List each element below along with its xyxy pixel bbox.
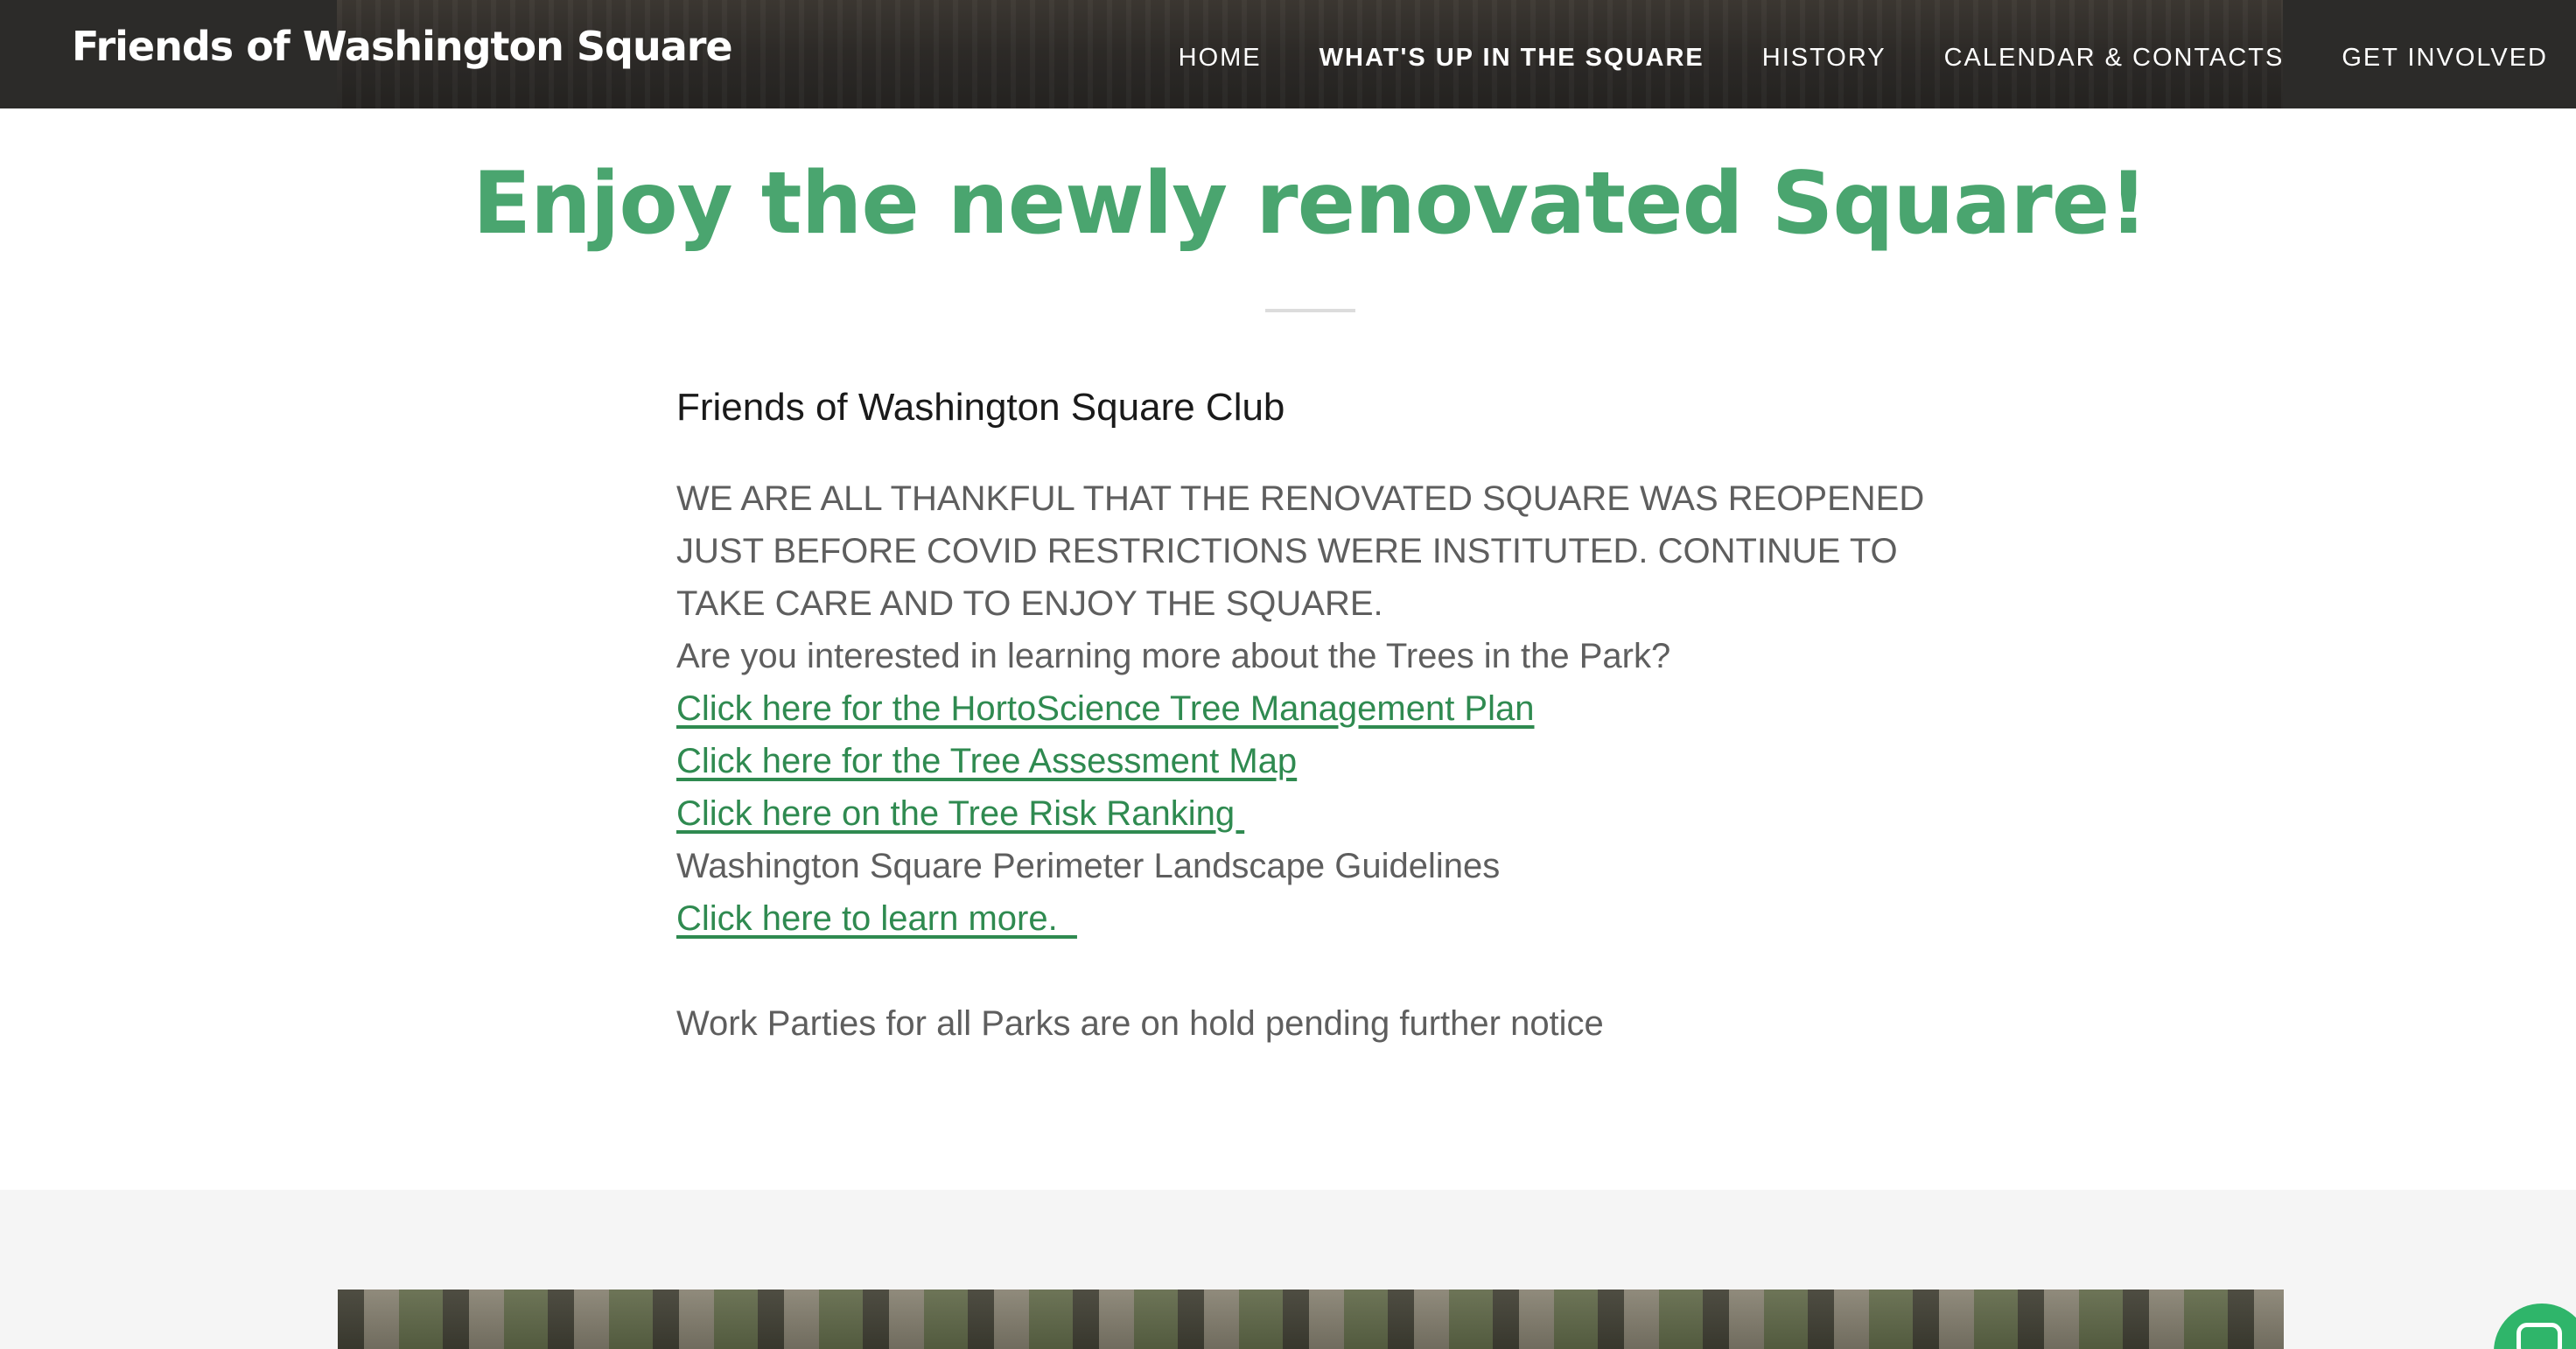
nav-history[interactable]: HISTORY — [1762, 44, 1886, 73]
announcement-line: JUST BEFORE COVID RESTRICTIONS WERE INST… — [676, 532, 1898, 570]
tree-assessment-map-link[interactable]: Click here for the Tree Assessment Map — [676, 735, 1989, 787]
announcement: WE ARE ALL THANKFUL THAT THE RENOVATED S… — [676, 472, 1989, 682]
nav-get-involved[interactable]: GET INVOLVED — [2342, 44, 2548, 73]
nav-home[interactable]: HOME — [1179, 44, 1262, 73]
trees-question: Are you interested in learning more abou… — [676, 637, 1671, 675]
site-title[interactable]: Friends of Washington Square — [72, 23, 733, 70]
work-parties-notice: Work Parties for all Parks are on hold p… — [676, 1004, 1604, 1043]
learn-more-link[interactable]: Click here to learn more. — [676, 892, 1989, 945]
nav-calendar-contacts[interactable]: CALENDAR & CONTACTS — [1944, 44, 2285, 73]
announcement-line: TAKE CARE AND TO ENJOY THE SQUARE. — [676, 584, 1383, 623]
announcement-line: WE ARE ALL THANKFUL THAT THE RENOVATED S… — [676, 479, 1925, 518]
chat-bubble-icon — [2516, 1323, 2562, 1349]
tree-risk-ranking-link[interactable]: Click here on the Tree Risk Ranking — [676, 787, 1989, 840]
page-title: Enjoy the newly renovated Square! — [472, 154, 2148, 254]
site-header: Friends of Washington Square HOME WHAT'S… — [0, 0, 2576, 108]
park-photo — [338, 1290, 2284, 1349]
tree-management-plan-link[interactable]: Click here for the HortoScience Tree Man… — [676, 682, 1989, 735]
club-heading: Friends of Washington Square Club — [676, 386, 1285, 429]
nav-whats-up-in-the-square[interactable]: WHAT'S UP IN THE SQUARE — [1320, 44, 1704, 73]
main-content: Friends of Washington Square Club WE ARE… — [676, 381, 1989, 1050]
landscape-guidelines-text: Washington Square Perimeter Landscape Gu… — [676, 847, 1501, 885]
main-nav: HOME WHAT'S UP IN THE SQUARE HISTORY CAL… — [1121, 44, 2548, 73]
title-divider — [1265, 309, 1355, 312]
